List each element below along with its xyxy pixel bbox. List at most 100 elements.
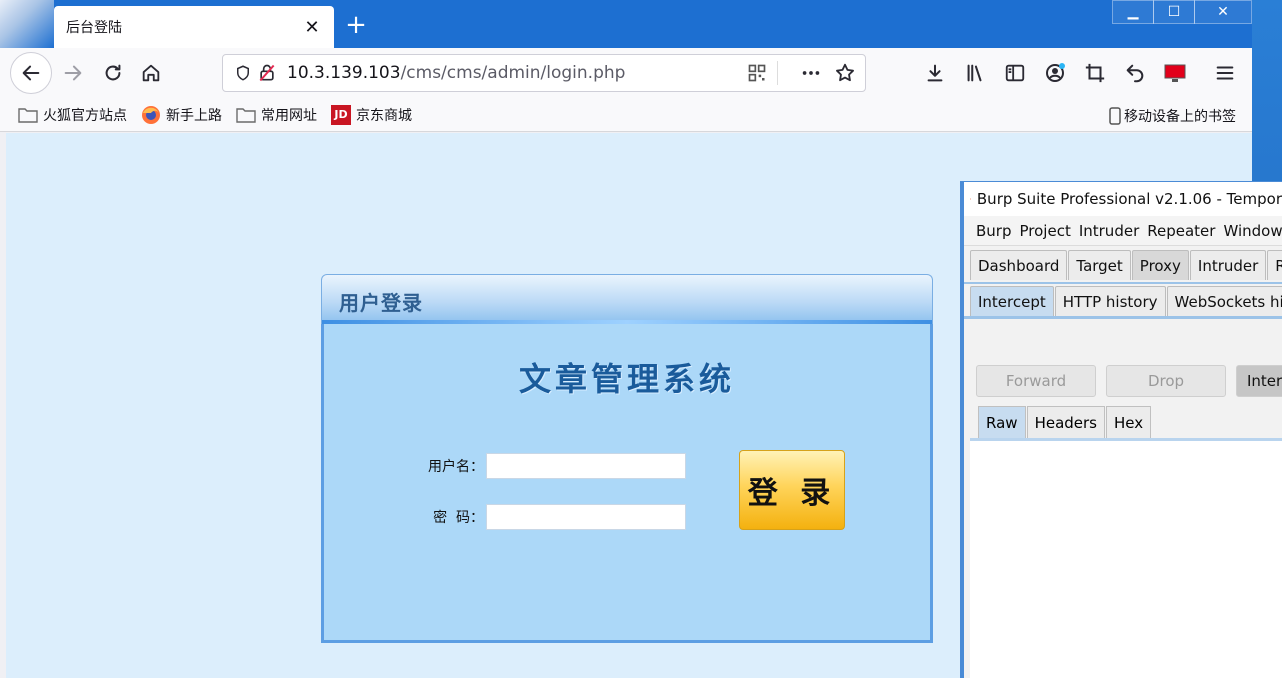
username-row: 用户名：: [414, 453, 686, 479]
bookmark-item[interactable]: 新手上路: [141, 105, 222, 125]
window-controls: ▁ ☐ ✕: [1112, 0, 1252, 26]
window-frame-edge: [0, 0, 54, 48]
burp-separator: [964, 316, 1282, 319]
account-icon: [1046, 63, 1065, 82]
burp-main-tabs: Dashboard Target Proxy Intruder Re: [964, 246, 1282, 280]
login-header: 用户登录: [321, 274, 933, 324]
system-title: 文章管理系统: [518, 360, 735, 398]
tab-repeater[interactable]: Re: [1267, 250, 1282, 280]
burp-menu-item[interactable]: Burp: [976, 222, 1012, 240]
drop-button[interactable]: Drop: [1106, 365, 1226, 397]
burp-intercept-actions: Forward Drop Interc: [976, 365, 1282, 397]
mobile-phone-icon: [1109, 107, 1121, 125]
burp-menu-item[interactable]: Project: [1020, 222, 1071, 240]
burp-proxy-tabs: Intercept HTTP history WebSockets his: [964, 282, 1282, 316]
arrow-right-icon: [64, 65, 82, 81]
arrow-left-icon: [22, 65, 40, 81]
jd-icon: JD: [331, 104, 351, 125]
shield-icon[interactable]: [231, 61, 255, 85]
bookmark-item[interactable]: 火狐官方站点: [18, 105, 127, 125]
tab-title: 后台登陆: [66, 20, 122, 36]
sidebar-icon: [1005, 64, 1025, 82]
undo-icon: [1126, 64, 1144, 83]
tab-intruder[interactable]: Intruder: [1189, 250, 1267, 280]
burp-message-editor[interactable]: [970, 438, 1282, 678]
home-icon: [142, 64, 160, 82]
screen-capture-button[interactable]: [1158, 56, 1192, 90]
bookmarks-toolbar: 火狐官方站点 新手上路 常用网址 JD 京东商城 移动设备上的书签: [0, 98, 1252, 132]
forward-button[interactable]: [56, 56, 90, 90]
username-input[interactable]: [486, 453, 686, 479]
bookmark-star-icon[interactable]: [833, 61, 857, 85]
burp-titlebar: Burp Suite Professional v2.1.06 - Tempor: [964, 182, 1282, 216]
tab-bar: 后台登陆 ✕ +: [0, 0, 1252, 48]
maximize-button[interactable]: ☐: [1153, 0, 1195, 24]
burp-menu-item[interactable]: Intruder: [1079, 222, 1139, 240]
burp-menu-item[interactable]: Repeater: [1147, 222, 1215, 240]
qr-code-icon[interactable]: [745, 61, 769, 85]
burp-message-view-tabs: Raw Headers Hex: [978, 406, 1152, 438]
url-text[interactable]: 10.3.139.103/cms/cms/admin/login.php: [287, 63, 745, 83]
login-header-title: 用户登录: [339, 291, 423, 315]
home-button[interactable]: [134, 56, 168, 90]
browser-tab[interactable]: 后台登陆 ✕: [54, 6, 334, 48]
url-path: /cms/cms/admin/login.php: [400, 63, 626, 83]
screenshot-button[interactable]: [1078, 56, 1112, 90]
new-tab-button[interactable]: +: [342, 12, 370, 40]
password-row: 密 码：: [414, 504, 686, 530]
insecure-lock-icon[interactable]: [255, 61, 279, 85]
firefox-icon: [142, 105, 160, 124]
sidebar-button[interactable]: [998, 56, 1032, 90]
back-button[interactable]: [10, 52, 52, 94]
close-tab-icon[interactable]: ✕: [302, 17, 322, 38]
undo-button[interactable]: [1118, 56, 1152, 90]
crop-icon: [1085, 63, 1105, 83]
bookmark-label: 火狐官方站点: [43, 107, 127, 124]
close-window-button[interactable]: ✕: [1194, 0, 1252, 24]
username-label: 用户名：: [428, 459, 484, 475]
toolbar-right: [918, 56, 1242, 90]
burp-suite-window: Burp Suite Professional v2.1.06 - Tempor…: [960, 181, 1282, 678]
bookmark-item[interactable]: 常用网址: [236, 105, 317, 125]
tab-intercept[interactable]: Intercept: [970, 286, 1054, 316]
reload-button[interactable]: [96, 56, 130, 90]
bookmark-item[interactable]: JD 京东商城: [331, 104, 412, 125]
tab-proxy[interactable]: Proxy: [1131, 250, 1189, 280]
login-submit-button[interactable]: 登 录: [739, 450, 845, 530]
intercept-toggle-button[interactable]: Interc: [1236, 365, 1282, 397]
burp-menubar: Burp Project Intruder Repeater Window H: [964, 216, 1282, 246]
account-button[interactable]: [1038, 56, 1072, 90]
hamburger-icon: [1216, 66, 1234, 80]
navigation-bar: 10.3.139.103/cms/cms/admin/login.php: [0, 48, 1252, 98]
bookmark-label: 常用网址: [261, 107, 317, 124]
tab-dashboard[interactable]: Dashboard: [970, 250, 1068, 280]
password-input[interactable]: [486, 504, 686, 530]
forward-button[interactable]: Forward: [976, 365, 1096, 397]
downloads-button[interactable]: [918, 56, 952, 90]
bookmark-label: 新手上路: [166, 107, 222, 124]
minimize-button[interactable]: ▁: [1112, 0, 1154, 24]
folder-icon: [236, 107, 256, 123]
url-separator: [777, 61, 791, 85]
login-panel: 用户登录 文章管理系统 用户名： 密 码： 登 录: [321, 274, 933, 643]
monitor-icon: [1164, 64, 1186, 82]
burp-title: Burp Suite Professional v2.1.06 - Tempor: [976, 190, 1282, 208]
folder-icon: [18, 107, 38, 123]
tab-hex[interactable]: Hex: [1106, 406, 1152, 438]
tab-websockets-history[interactable]: WebSockets his: [1166, 286, 1282, 316]
library-button[interactable]: [958, 56, 992, 90]
password-label: 密 码：: [433, 510, 484, 526]
bookmark-label: 京东商城: [356, 107, 412, 124]
mobile-bookmarks[interactable]: 移动设备上的书签: [1109, 106, 1236, 126]
menu-button[interactable]: [1208, 56, 1242, 90]
burp-menu-item[interactable]: Window: [1223, 222, 1282, 240]
tab-target[interactable]: Target: [1068, 250, 1131, 280]
library-icon: [967, 64, 982, 82]
tab-http-history[interactable]: HTTP history: [1054, 286, 1166, 316]
mobile-bookmarks-label: 移动设备上的书签: [1124, 109, 1236, 125]
download-icon: [927, 64, 943, 82]
url-bar[interactable]: 10.3.139.103/cms/cms/admin/login.php: [222, 54, 866, 92]
more-actions-icon[interactable]: [799, 61, 823, 85]
tab-raw[interactable]: Raw: [978, 406, 1026, 438]
tab-headers[interactable]: Headers: [1026, 406, 1105, 438]
